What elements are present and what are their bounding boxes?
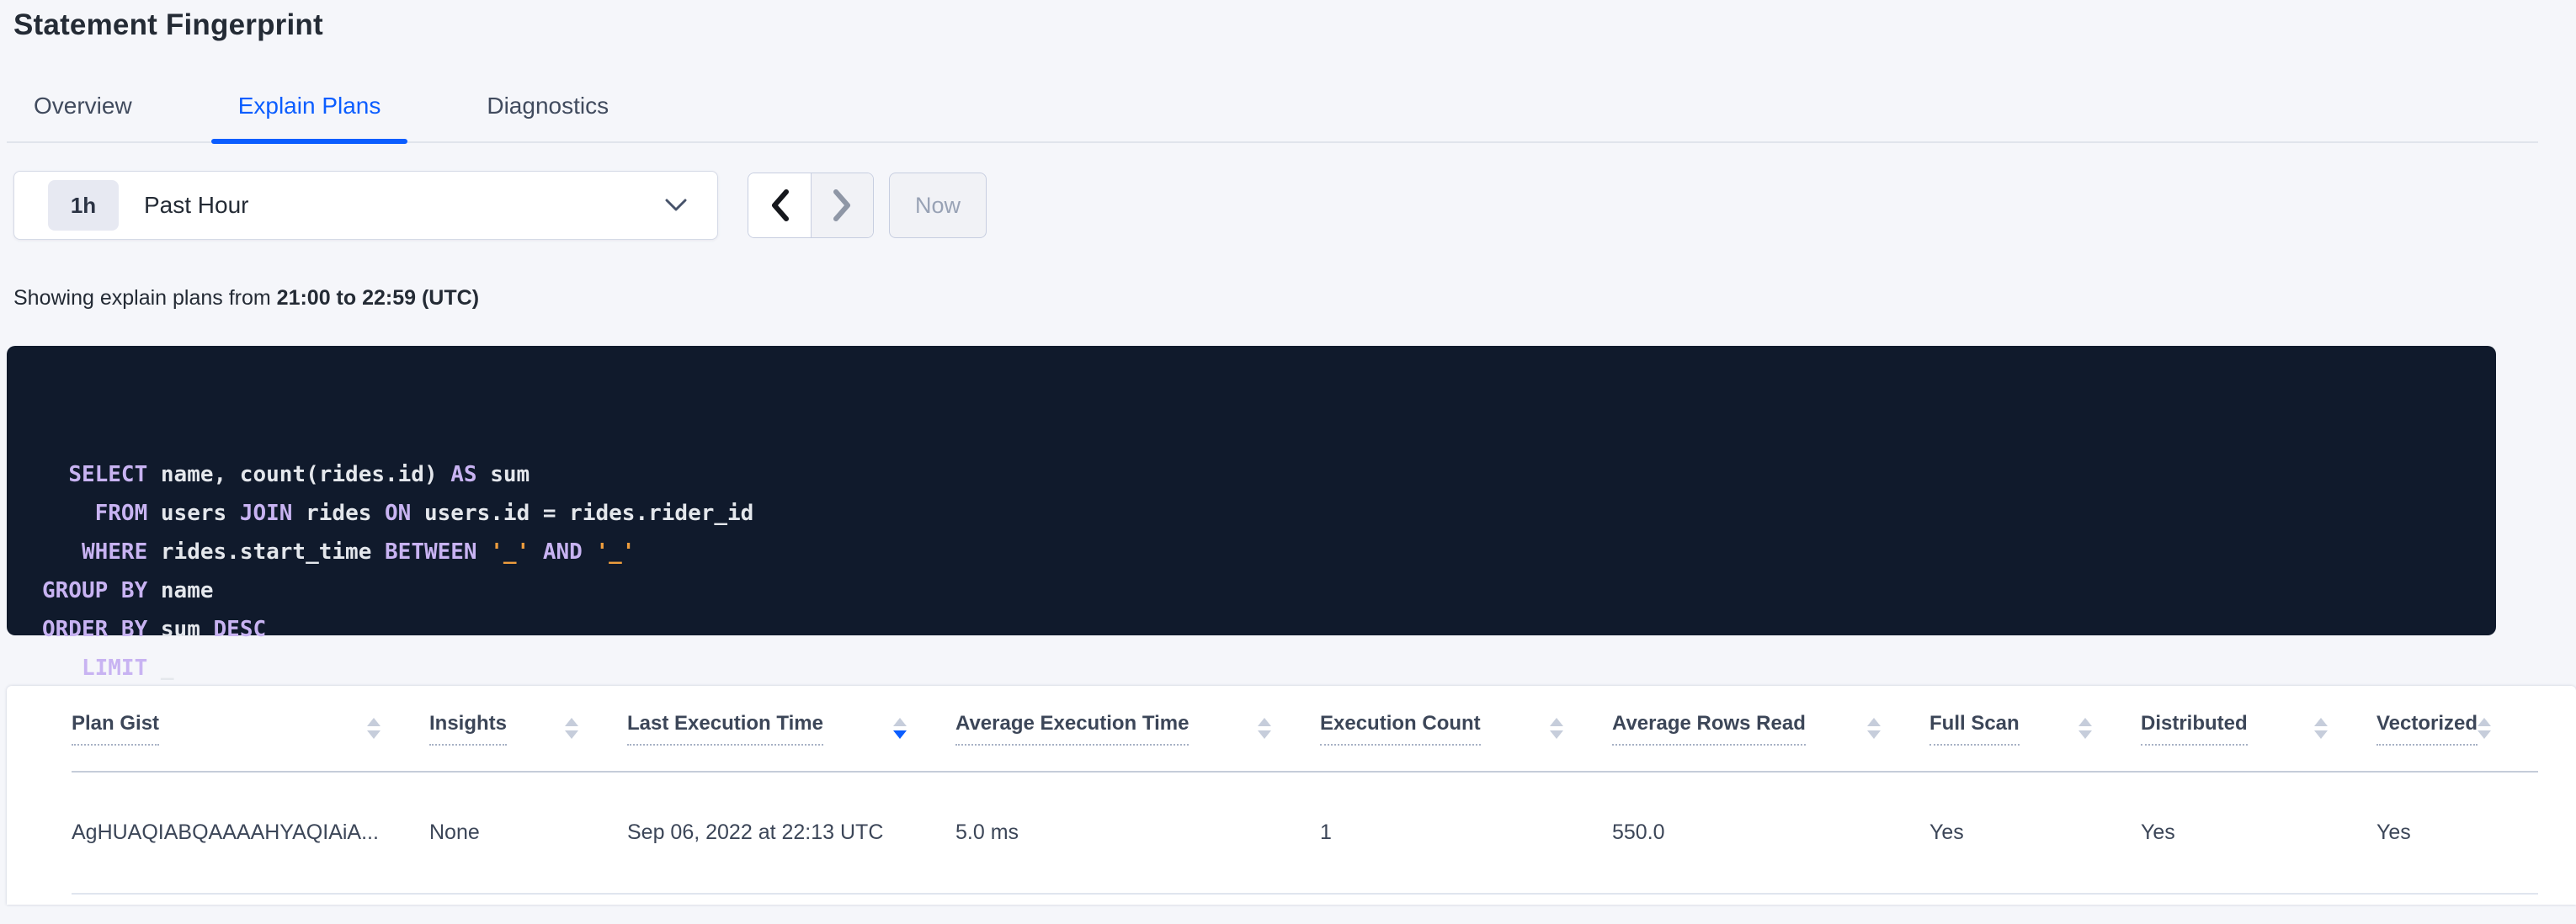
column-label[interactable]: Insights — [429, 712, 507, 746]
time-toolbar: 1h Past Hour Now — [13, 171, 2576, 240]
column-label[interactable]: Distributed — [2141, 712, 2248, 746]
time-range-badge: 1h — [48, 180, 119, 231]
tab-explain-plans[interactable]: Explain Plans — [211, 82, 408, 141]
column-label[interactable]: Vectorized — [2376, 712, 2478, 746]
column-header-average-execution-time[interactable]: Average Execution Time — [955, 686, 1320, 772]
column-label[interactable]: Average Rows Read — [1612, 712, 1806, 746]
showing-explain-plans-text: Showing explain plans from 21:00 to 22:5… — [13, 286, 2576, 311]
previous-time-window-button[interactable] — [748, 173, 811, 237]
column-header-execution-count[interactable]: Execution Count — [1320, 686, 1612, 772]
chevron-left-icon — [768, 189, 791, 222]
column-label[interactable]: Last Execution Time — [627, 712, 823, 746]
time-range-value: Past Hour — [144, 192, 665, 219]
time-range-text: 21:00 to 22:59 (UTC) — [277, 286, 479, 310]
chevron-down-icon — [665, 199, 687, 212]
column-header-vectorized[interactable]: Vectorized — [2376, 686, 2538, 772]
sort-icon[interactable] — [1550, 718, 1563, 739]
time-range-select[interactable]: 1h Past Hour — [13, 171, 718, 240]
column-header-average-rows-read[interactable]: Average Rows Read — [1612, 686, 1929, 772]
sort-icon[interactable] — [2478, 718, 2491, 739]
cell-average-rows-read: 550.0 — [1612, 772, 1929, 894]
sort-icon[interactable] — [565, 718, 578, 739]
active-tab-underline — [211, 139, 408, 144]
column-header-plan-gist[interactable]: Plan Gist — [72, 686, 429, 772]
time-window-arrows — [748, 173, 874, 238]
cell-plan-gist[interactable]: AgHUAQIABQAAAAHYAQIAiA... — [72, 772, 429, 894]
column-header-last-execution-time[interactable]: Last Execution Time — [627, 686, 955, 772]
sort-icon[interactable] — [893, 718, 907, 739]
sql-code: SELECT name, count(rides.id) AS sum FROM… — [42, 455, 2462, 688]
sql-statement-block: SELECT name, count(rides.id) AS sum FROM… — [7, 346, 2496, 635]
tab-overview[interactable]: Overview — [7, 82, 159, 141]
sort-icon[interactable] — [2314, 718, 2328, 739]
cell-last-execution-time: Sep 06, 2022 at 22:13 UTC — [627, 772, 955, 894]
column-label[interactable]: Average Execution Time — [955, 712, 1189, 746]
next-time-window-button[interactable] — [811, 173, 873, 237]
cell-average-execution-time: 5.0 ms — [955, 772, 1320, 894]
tab-diagnostics[interactable]: Diagnostics — [460, 82, 636, 141]
sort-icon[interactable] — [1258, 718, 1271, 739]
page-title: Statement Fingerprint — [0, 0, 2576, 42]
table-header-row: Plan Gist Insights Last Execution Time A… — [72, 686, 2538, 772]
column-label[interactable]: Plan Gist — [72, 712, 159, 746]
cell-execution-count: 1 — [1320, 772, 1612, 894]
now-button[interactable]: Now — [889, 173, 987, 238]
column-header-distributed[interactable]: Distributed — [2141, 686, 2376, 772]
tab-overview-label: Overview — [34, 93, 132, 119]
column-label[interactable]: Full Scan — [1929, 712, 2020, 746]
tab-bar: Overview Explain Plans Diagnostics — [7, 82, 2538, 143]
cell-insights: None — [429, 772, 627, 894]
column-header-full-scan[interactable]: Full Scan — [1929, 686, 2141, 772]
chevron-right-icon — [831, 189, 854, 222]
explain-plans-table: Plan Gist Insights Last Execution Time A… — [72, 686, 2538, 895]
column-header-insights[interactable]: Insights — [429, 686, 627, 772]
sort-icon[interactable] — [1867, 718, 1881, 739]
cell-distributed: Yes — [2141, 772, 2376, 894]
tab-diagnostics-label: Diagnostics — [487, 93, 609, 119]
cell-full-scan: Yes — [1929, 772, 2141, 894]
sort-icon[interactable] — [2078, 718, 2092, 739]
sort-icon[interactable] — [367, 718, 381, 739]
column-label[interactable]: Execution Count — [1320, 712, 1481, 746]
cell-vectorized: Yes — [2376, 772, 2538, 894]
table-row: AgHUAQIABQAAAAHYAQIAiA... None Sep 06, 2… — [72, 772, 2538, 894]
explain-plans-table-card: Plan Gist Insights Last Execution Time A… — [7, 686, 2576, 905]
tab-explain-plans-label: Explain Plans — [238, 93, 381, 119]
